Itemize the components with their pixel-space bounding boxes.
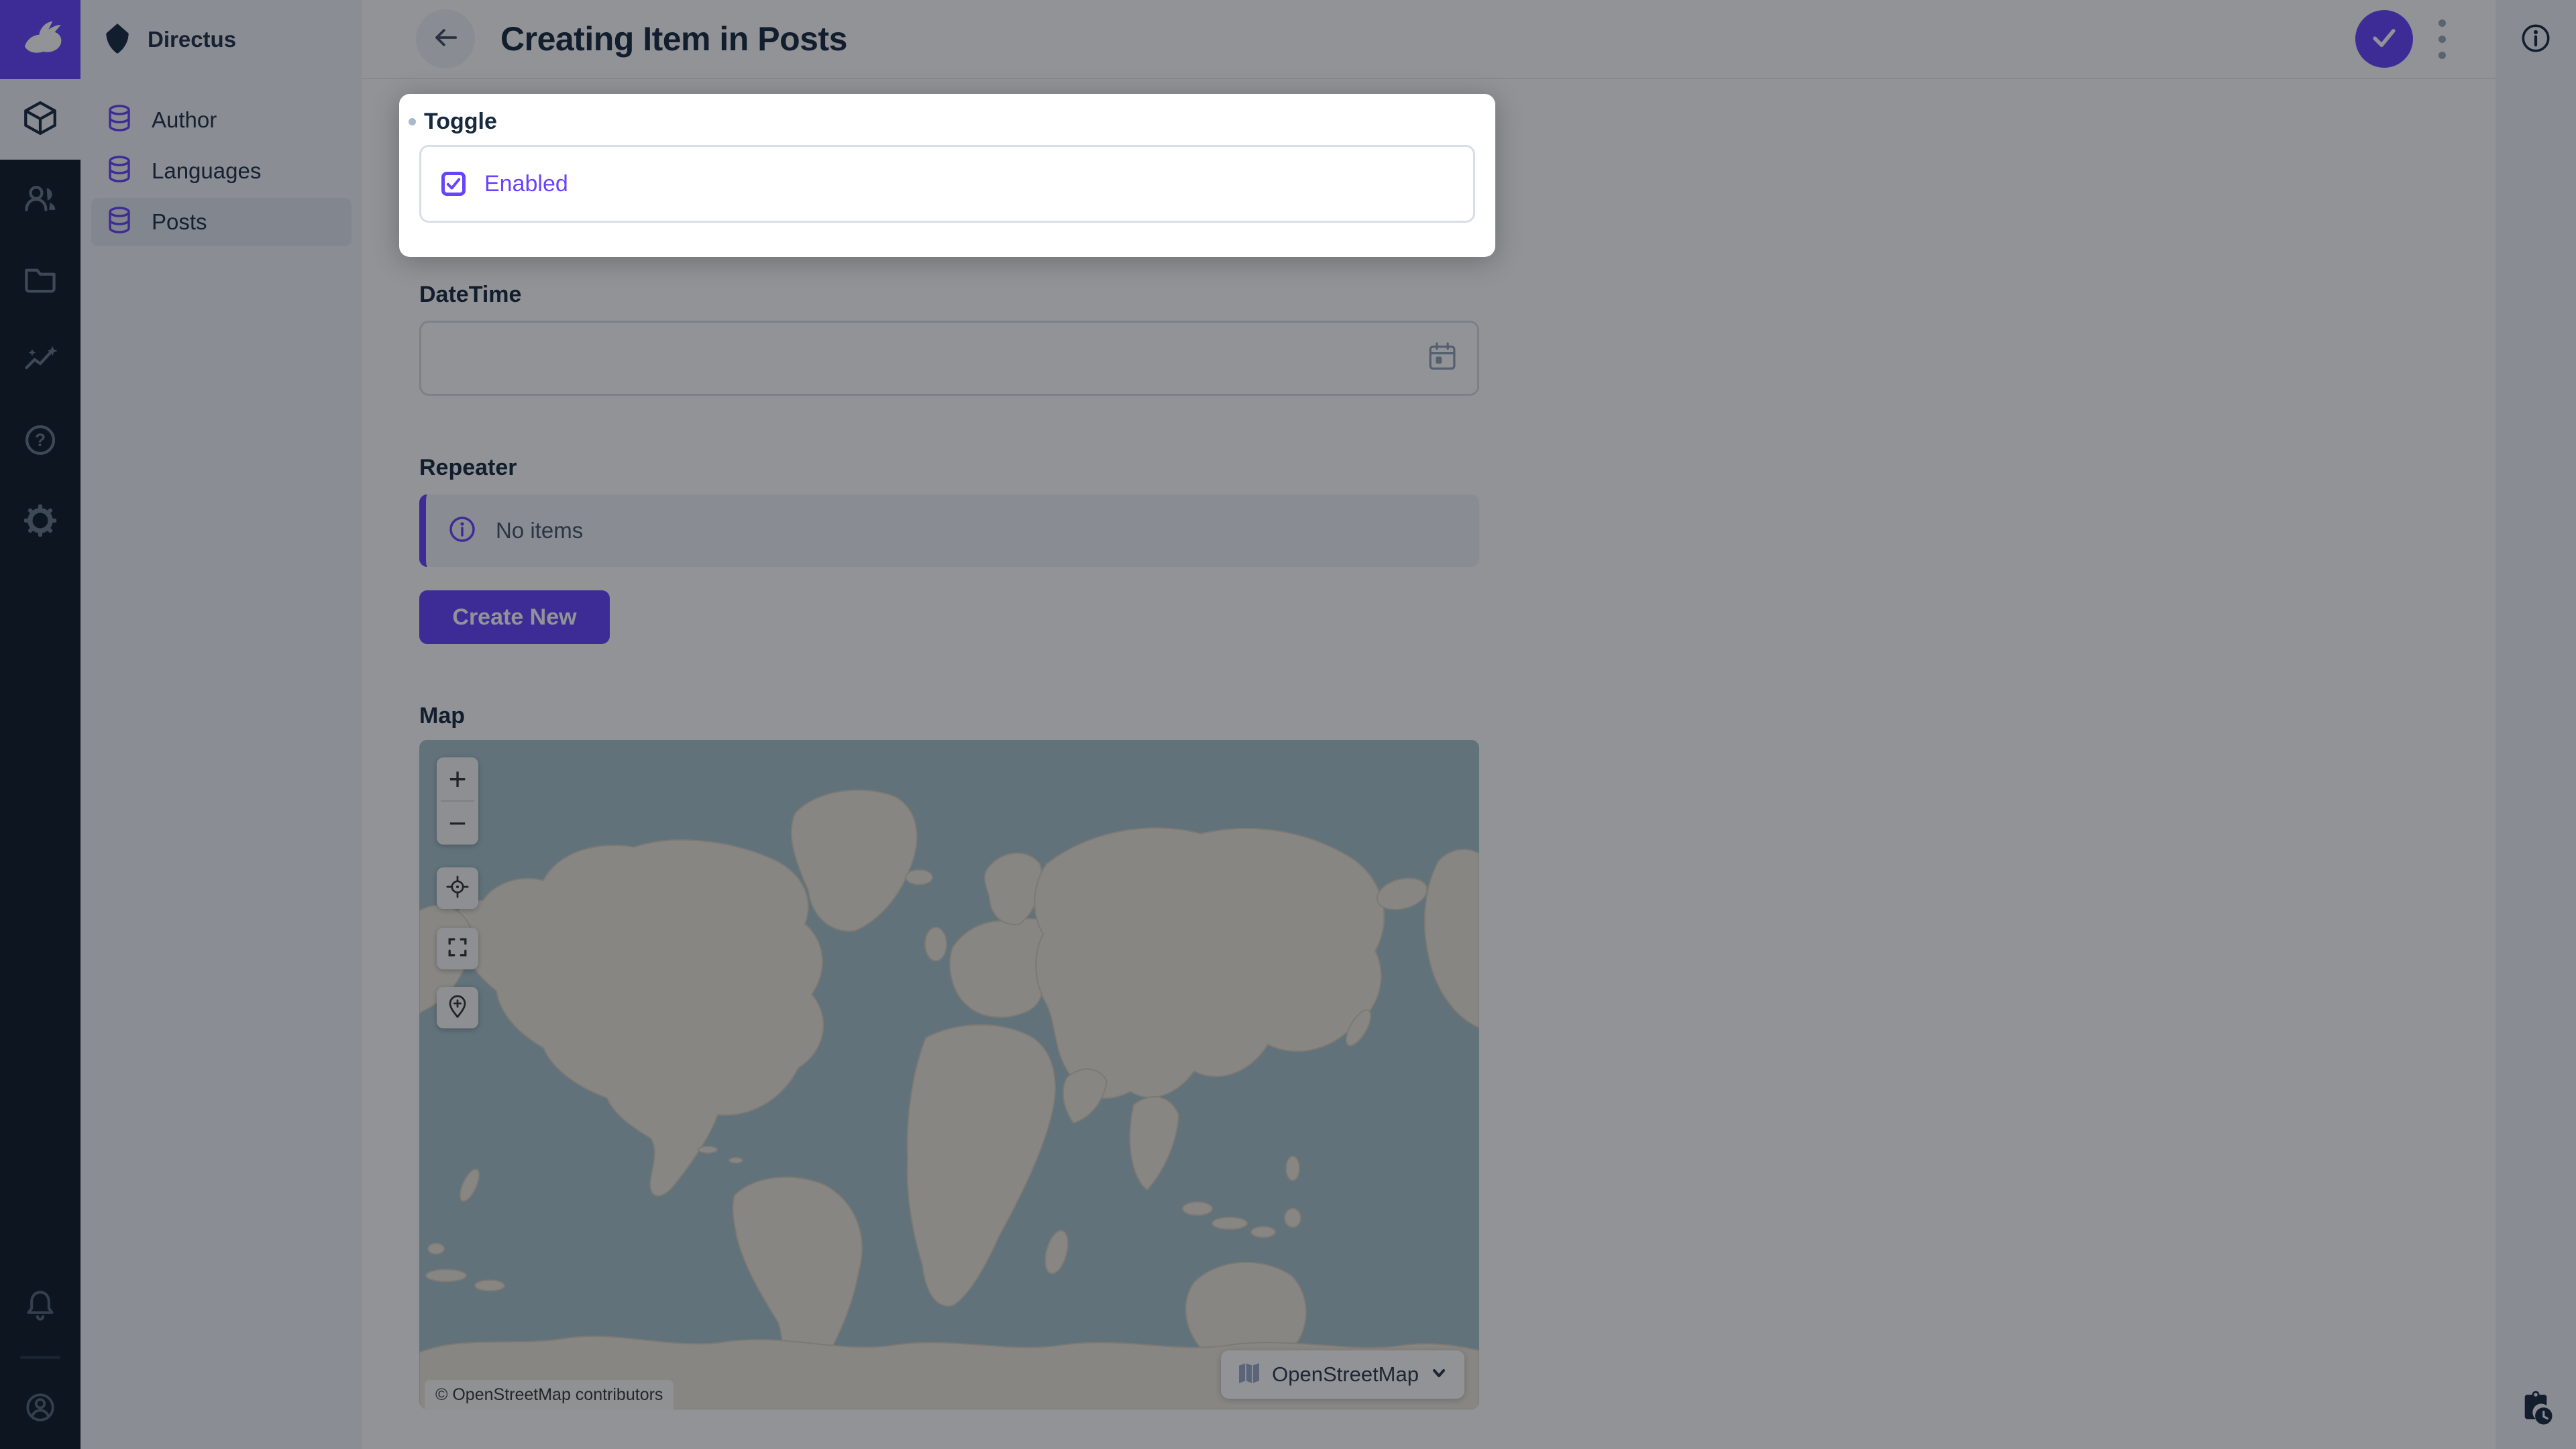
toggle-field-label: Toggle bbox=[424, 109, 497, 135]
checkbox-label[interactable]: Enabled bbox=[484, 171, 568, 197]
toggle-input[interactable]: Enabled bbox=[419, 145, 1475, 223]
spotlight-toggle-field: Toggle Enabled bbox=[399, 94, 1495, 257]
field-state-dot bbox=[409, 118, 416, 125]
checkbox-checked[interactable] bbox=[441, 172, 466, 196]
app-root: ? Directus bbox=[0, 0, 2576, 1449]
toggle-field-header: Toggle bbox=[409, 109, 497, 135]
